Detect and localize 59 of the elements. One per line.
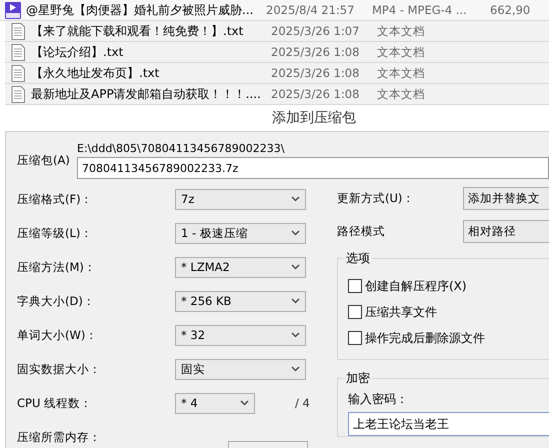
file-name[interactable]: 【来了就能下载和观看！纯免费！】.txt xyxy=(31,22,267,40)
setting-label: 压缩所需内存： xyxy=(17,430,102,444)
password-field[interactable]: 上老王论坛当老王 xyxy=(348,412,549,436)
dropdown[interactable]: 固实 xyxy=(175,358,306,380)
password-label: 输入密码： xyxy=(348,391,409,408)
checkbox[interactable] xyxy=(348,279,362,293)
file-date: 2025/3/26 1:07 xyxy=(271,24,360,38)
file-type: 文本文档 xyxy=(377,24,426,38)
dropdown-caret-icon xyxy=(291,298,300,304)
archive-name-field[interactable]: 70804113456789002233.7z xyxy=(77,157,549,179)
thread-total: / 4 xyxy=(295,396,310,410)
text-file-icon xyxy=(10,22,26,40)
dropdown-caret-icon xyxy=(291,196,300,202)
text-file-icon xyxy=(10,64,26,82)
group-title: 选项 xyxy=(344,250,372,267)
checkbox[interactable] xyxy=(348,305,362,319)
checkbox-label[interactable]: 创建自解压程序(X) xyxy=(365,278,467,294)
file-name[interactable]: 【永久地址发布页】.txt xyxy=(31,64,267,82)
archive-path: E:\ddd\805\70804113456789002233\ xyxy=(77,142,286,155)
setting-label: 路径模式 xyxy=(337,224,386,239)
file-type: 文本文档 xyxy=(377,66,426,80)
dropdown-caret-icon xyxy=(291,264,300,270)
file-date: 2025/8/4 21:57 xyxy=(266,3,356,17)
setting-label: 压缩等级(L)： xyxy=(17,226,94,240)
file-size: 662,90 xyxy=(490,3,532,17)
text-file-icon xyxy=(10,86,26,102)
dropdown[interactable]: * 256 KB xyxy=(175,290,306,312)
setting-label: 单词大小(W)： xyxy=(17,328,98,342)
setting-label: 字典大小(D)： xyxy=(17,294,96,308)
setting-label: 压缩方法(M)： xyxy=(17,260,97,274)
text-file-icon xyxy=(10,44,26,60)
dialog-title: 添加到压缩包 xyxy=(272,109,356,127)
setting-label: 更新方式(U)： xyxy=(337,191,416,206)
setting-label: 固实数据大小： xyxy=(17,362,102,376)
checkbox-label[interactable]: 操作完成后删除源文件 xyxy=(365,330,485,346)
checkbox[interactable] xyxy=(348,331,362,345)
dropdown[interactable]: * LZMA2 xyxy=(175,256,306,278)
file-type: 文本文档 xyxy=(377,86,426,102)
file-type: MP4 - MPEG-4 ... xyxy=(372,3,468,17)
dropdown-caret-icon xyxy=(291,332,300,338)
dropdown[interactable]: 相对路径 xyxy=(463,220,549,243)
dropdown-caret-icon xyxy=(291,366,300,372)
file-date: 2025/3/26 1:08 xyxy=(271,87,360,101)
checkbox-label[interactable]: 压缩共享文件 xyxy=(365,304,437,320)
file-name[interactable]: @星野兔【肉便器】婚礼前夕被照片威胁... xyxy=(26,2,262,18)
dropdown[interactable]: * 4 xyxy=(175,392,255,414)
file-name[interactable]: 【论坛介绍】.txt xyxy=(31,44,267,60)
dropdown[interactable]: * 32 xyxy=(175,324,306,346)
dropdown[interactable]: 7z xyxy=(175,188,306,210)
file-date: 2025/3/26 1:08 xyxy=(271,66,360,80)
dropdown[interactable]: 1 - 极速压缩 xyxy=(175,222,306,244)
dropdown[interactable]: 添加并替换文 xyxy=(463,187,549,210)
dropdown-caret-icon xyxy=(291,230,300,236)
file-type: 文本文档 xyxy=(377,44,426,60)
setting-label: CPU 线程数： xyxy=(17,396,94,410)
dropdown-caret-icon xyxy=(240,400,249,406)
setting-label: 压缩格式(F)： xyxy=(17,192,94,206)
file-name[interactable]: 最新地址及APP请发邮箱自动获取！！！.... xyxy=(31,86,267,102)
file-date: 2025/3/26 1:08 xyxy=(271,45,360,59)
